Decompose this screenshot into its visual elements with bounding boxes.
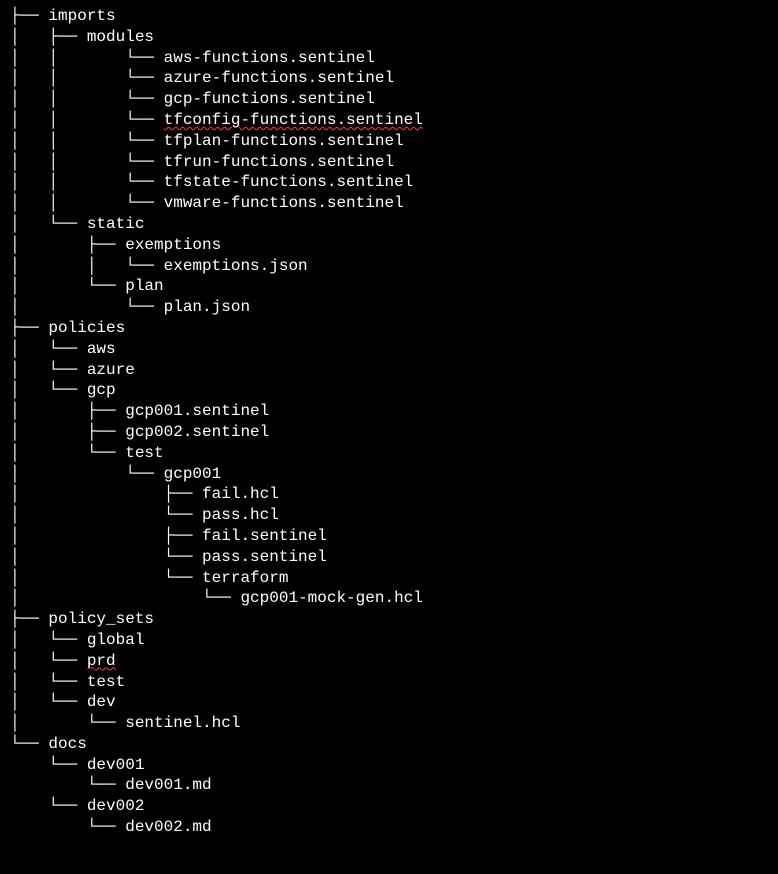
tree-row: │ │ └── tfstate-functions.sentinel: [10, 172, 768, 193]
tree-row: │ └── test: [10, 443, 768, 464]
tree-row: │ └── terraform: [10, 568, 768, 589]
tree-row: │ └── global: [10, 630, 768, 651]
tree-row: │ └── gcp: [10, 380, 768, 401]
dir-modules: modules: [87, 28, 154, 46]
dir-global: global: [87, 631, 145, 649]
dir-prd: prd: [87, 652, 116, 670]
tree-row: │ │ └── aws-functions.sentinel: [10, 48, 768, 69]
tree-row: │ ├── exemptions: [10, 235, 768, 256]
file-vmware-functions: vmware-functions.sentinel: [164, 194, 404, 212]
tree-row: │ │ └── tfplan-functions.sentinel: [10, 131, 768, 152]
dir-docs: docs: [48, 735, 86, 753]
file-tfconfig-functions: tfconfig-functions.sentinel: [164, 111, 423, 129]
tree-row: └── dev002.md: [10, 817, 768, 838]
tree-row: ├── policies: [10, 318, 768, 339]
dir-dev: dev: [87, 693, 116, 711]
tree-row: │ └── dev: [10, 692, 768, 713]
file-tfstate-functions: tfstate-functions.sentinel: [164, 173, 414, 191]
file-gcp-functions: gcp-functions.sentinel: [164, 90, 375, 108]
file-dev001-md: dev001.md: [125, 776, 211, 794]
file-pass-hcl: pass.hcl: [202, 506, 279, 524]
tree-row: │ ├── gcp002.sentinel: [10, 422, 768, 443]
file-mock-gen: gcp001-mock-gen.hcl: [240, 589, 422, 607]
tree-row: ├── imports: [10, 6, 768, 27]
file-tfrun-functions: tfrun-functions.sentinel: [164, 153, 394, 171]
file-aws-functions: aws-functions.sentinel: [164, 49, 375, 67]
tree-row: │ └── gcp001-mock-gen.hcl: [10, 588, 768, 609]
dir-policies-aws: aws: [87, 340, 116, 358]
dir-dev002: dev002: [87, 797, 145, 815]
tree-row: │ └── prd: [10, 651, 768, 672]
dir-test: test: [87, 673, 125, 691]
file-exemptions-json: exemptions.json: [164, 257, 308, 275]
dir-policy-sets: policy_sets: [48, 610, 154, 628]
dir-plan: plan: [125, 277, 163, 295]
file-gcp001-sentinel: gcp001.sentinel: [125, 402, 269, 420]
file-dev002-md: dev002.md: [125, 818, 211, 836]
dir-gcp001: gcp001: [164, 465, 222, 483]
tree-row: │ │ └── vmware-functions.sentinel: [10, 193, 768, 214]
tree-row: │ └── sentinel.hcl: [10, 713, 768, 734]
dir-policies-azure: azure: [87, 361, 135, 379]
dir-terraform: terraform: [202, 569, 288, 587]
tree-row: │ ├── fail.sentinel: [10, 526, 768, 547]
file-plan-json: plan.json: [164, 298, 250, 316]
tree-row: └── dev002: [10, 796, 768, 817]
tree-row: │ ├── modules: [10, 27, 768, 48]
tree-row: │ ├── gcp001.sentinel: [10, 401, 768, 422]
dir-policies: policies: [48, 319, 125, 337]
tree-row: └── docs: [10, 734, 768, 755]
tree-row: ├── policy_sets: [10, 609, 768, 630]
file-sentinel-hcl: sentinel.hcl: [125, 714, 240, 732]
tree-row: │ │ └── tfrun-functions.sentinel: [10, 152, 768, 173]
dir-imports: imports: [48, 7, 115, 25]
tree-row: │ └── pass.sentinel: [10, 547, 768, 568]
file-fail-hcl: fail.hcl: [202, 485, 279, 503]
tree-row: │ └── plan: [10, 276, 768, 297]
tree-row: │ └── gcp001: [10, 464, 768, 485]
dir-policies-gcp: gcp: [87, 381, 116, 399]
file-fail-sentinel: fail.sentinel: [202, 527, 327, 545]
tree-row: │ └── aws: [10, 339, 768, 360]
tree-row: │ │ └── tfconfig-functions.sentinel: [10, 110, 768, 131]
dir-exemptions: exemptions: [125, 236, 221, 254]
dir-static: static: [87, 215, 145, 233]
tree-row: │ │ └── gcp-functions.sentinel: [10, 89, 768, 110]
file-pass-sentinel: pass.sentinel: [202, 548, 327, 566]
file-gcp002-sentinel: gcp002.sentinel: [125, 423, 269, 441]
file-tfplan-functions: tfplan-functions.sentinel: [164, 132, 404, 150]
tree-row: └── dev001: [10, 755, 768, 776]
dir-gcp-test: test: [125, 444, 163, 462]
tree-row: │ │ └── azure-functions.sentinel: [10, 68, 768, 89]
tree-row: │ │ └── exemptions.json: [10, 256, 768, 277]
tree-row: │ └── static: [10, 214, 768, 235]
tree-row: └── dev001.md: [10, 775, 768, 796]
tree-row: │ └── plan.json: [10, 297, 768, 318]
tree-row: │ └── pass.hcl: [10, 505, 768, 526]
tree-row: │ └── test: [10, 672, 768, 693]
file-azure-functions: azure-functions.sentinel: [164, 69, 394, 87]
tree-row: │ └── azure: [10, 360, 768, 381]
dir-dev001: dev001: [87, 756, 145, 774]
tree-row: │ ├── fail.hcl: [10, 484, 768, 505]
